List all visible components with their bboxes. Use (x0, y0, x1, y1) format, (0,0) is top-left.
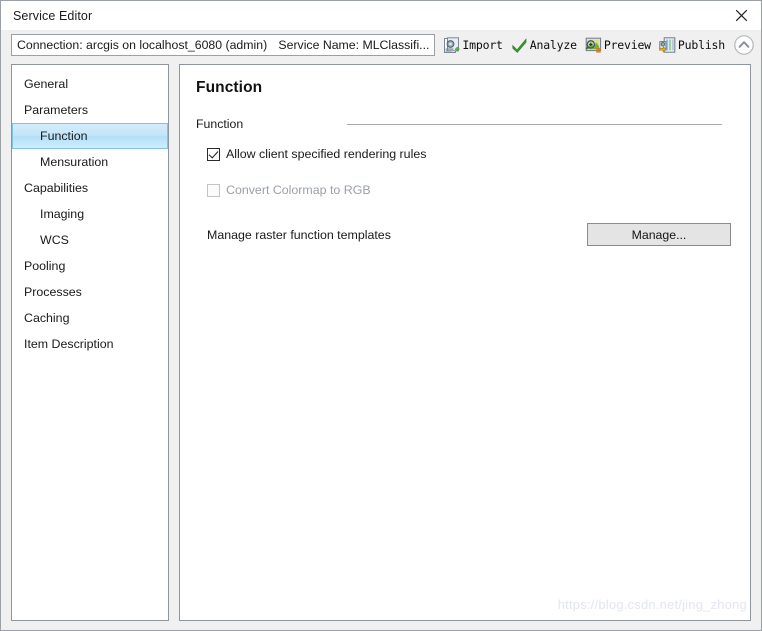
navigation-sidebar: General Parameters Function Mensuration … (11, 64, 169, 621)
allow-rendering-rules-label[interactable]: Allow client specified rendering rules (226, 147, 426, 161)
window-title: Service Editor (13, 8, 93, 23)
preview-button[interactable]: Preview (582, 33, 654, 57)
manage-templates-label: Manage raster function templates (207, 227, 391, 242)
convert-colormap-row: Convert Colormap to RGB (196, 183, 732, 197)
analyze-button[interactable]: Analyze (508, 33, 580, 57)
close-button[interactable] (721, 2, 761, 30)
function-group-header: Function (196, 117, 732, 131)
manage-button[interactable]: Manage... (587, 223, 731, 246)
manage-templates-row: Manage raster function templates Manage.… (196, 223, 732, 246)
publish-icon (659, 36, 676, 53)
collapse-toolbar-button[interactable] (733, 34, 755, 56)
function-settings-panel: Function Function Allow client specified… (179, 64, 751, 621)
sidebar-item-parameters[interactable]: Parameters (12, 97, 168, 123)
page-title: Function (196, 79, 263, 96)
sidebar-item-capabilities[interactable]: Capabilities (12, 175, 168, 201)
sidebar-item-caching[interactable]: Caching (12, 305, 168, 331)
sidebar-item-pooling[interactable]: Pooling (12, 253, 168, 279)
service-name-label: Service Name: MLClassifi... (278, 38, 430, 52)
analyze-button-label: Analyze (529, 38, 577, 52)
sidebar-item-wcs[interactable]: WCS (12, 227, 168, 253)
import-button[interactable]: Import (440, 33, 505, 57)
group-divider (347, 123, 722, 125)
allow-rendering-rules-row: Allow client specified rendering rules (196, 147, 732, 161)
function-group-label: Function (196, 117, 244, 131)
preview-button-label: Preview (603, 38, 651, 52)
import-icon (444, 36, 460, 53)
toolbar: Connection: arcgis on localhost_6080 (ad… (1, 30, 761, 60)
watermark-text: https://blog.csdn.net/jing_zhong (557, 597, 747, 612)
chevron-up-circle-icon (734, 35, 754, 55)
sidebar-item-item-description[interactable]: Item Description (12, 331, 168, 357)
convert-colormap-checkbox (207, 183, 220, 197)
publish-button[interactable]: Publish (656, 33, 728, 57)
sidebar-item-imaging[interactable]: Imaging (12, 201, 168, 227)
close-icon (735, 9, 747, 22)
service-editor-window: Service Editor Connection: arcgis on loc… (0, 0, 762, 631)
connection-label: Connection: arcgis on localhost_6080 (ad… (17, 38, 268, 52)
preview-icon (585, 37, 601, 53)
publish-button-label: Publish (677, 38, 725, 52)
sidebar-item-mensuration[interactable]: Mensuration (12, 149, 168, 175)
convert-colormap-label: Convert Colormap to RGB (226, 183, 371, 197)
title-bar: Service Editor (1, 1, 761, 30)
analyze-check-icon (512, 37, 527, 53)
connection-service-field[interactable]: Connection: arcgis on localhost_6080 (ad… (11, 34, 436, 56)
allow-rendering-rules-checkbox[interactable] (207, 147, 220, 161)
content-area: General Parameters Function Mensuration … (1, 60, 761, 630)
sidebar-item-processes[interactable]: Processes (12, 279, 168, 305)
sidebar-item-general[interactable]: General (12, 71, 168, 97)
import-button-label: Import (462, 38, 503, 52)
sidebar-item-function[interactable]: Function (12, 123, 168, 149)
